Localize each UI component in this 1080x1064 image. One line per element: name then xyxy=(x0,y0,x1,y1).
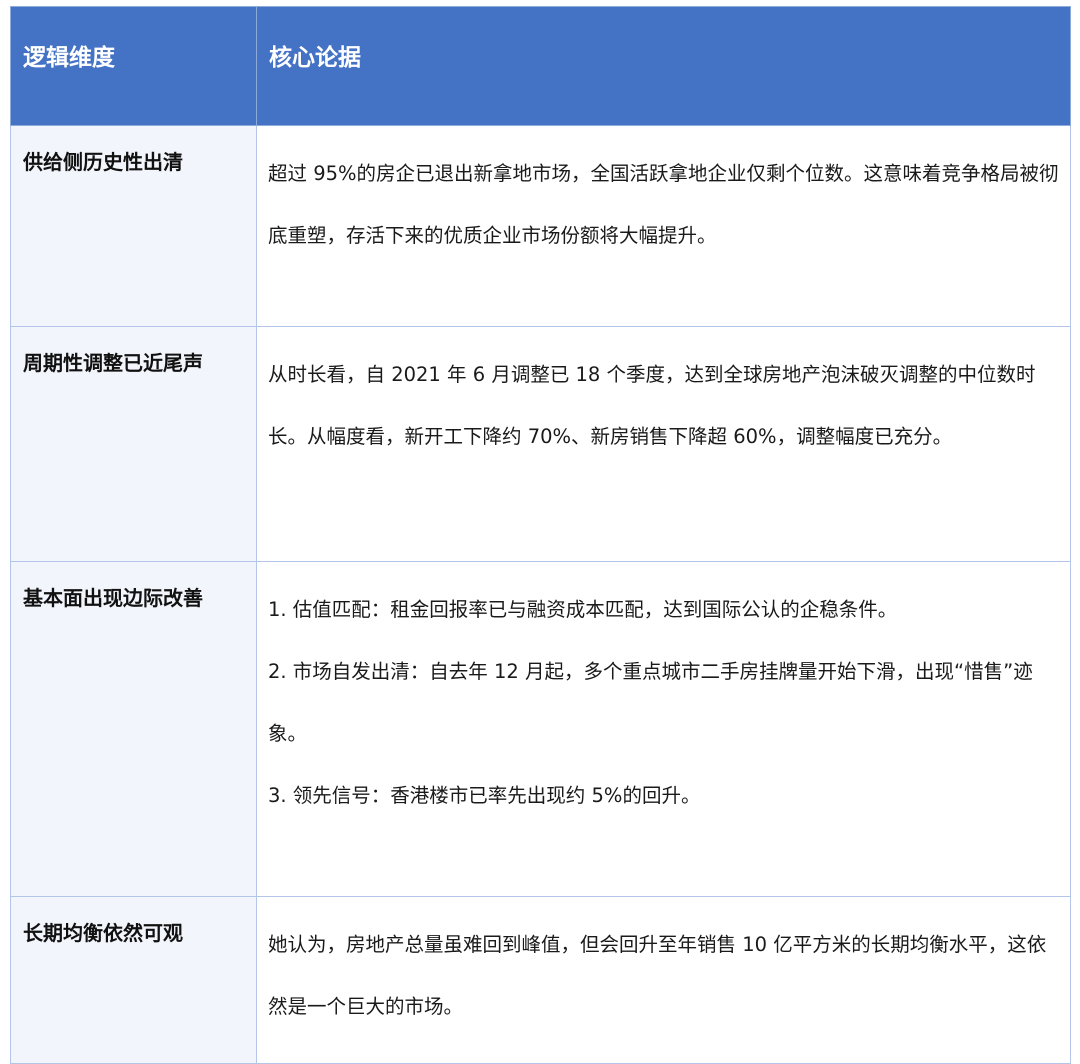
argument-cell: 1. 估值匹配：租金回报率已与融资成本匹配，达到国际公认的企稳条件。 2. 市场… xyxy=(256,561,1071,897)
argument-cell: 超过 95%的房企已退出新拿地市场，全国活跃拿地企业仅剩个位数。这意味着竞争格局… xyxy=(256,125,1071,327)
argument-point-3: 3. 领先信号：香港楼市已率先出现约 5%的回升。 xyxy=(268,784,701,807)
argument-table: 逻辑维度 核心论据 供给侧历史性出清 超过 95%的房企已退出新拿地市场，全国活… xyxy=(10,6,1071,1064)
dimension-cell: 长期均衡依然可观 xyxy=(10,896,257,1064)
table-header-row: 逻辑维度 核心论据 xyxy=(10,6,1071,126)
argument-cell: 她认为，房地产总量虽难回到峰值，但会回升至年销售 10 亿平方米的长期均衡水平，… xyxy=(256,896,1071,1064)
argument-text: 从时长看，自 2021 年 6 月调整已 18 个季度，达到全球房地产泡沫破灭调… xyxy=(268,363,1036,448)
table-row: 供给侧历史性出清 超过 95%的房企已退出新拿地市场，全国活跃拿地企业仅剩个位数… xyxy=(10,125,1071,327)
dimension-cell: 基本面出现边际改善 xyxy=(10,561,257,897)
table-row: 周期性调整已近尾声 从时长看，自 2021 年 6 月调整已 18 个季度，达到… xyxy=(10,326,1071,562)
argument-text: 她认为，房地产总量虽难回到峰值，但会回升至年销售 10 亿平方米的长期均衡水平，… xyxy=(268,933,1047,1018)
table-row: 基本面出现边际改善 1. 估值匹配：租金回报率已与融资成本匹配，达到国际公认的企… xyxy=(10,561,1071,897)
argument-table-container: 逻辑维度 核心论据 供给侧历史性出清 超过 95%的房企已退出新拿地市场，全国活… xyxy=(10,6,1071,1064)
argument-text: 超过 95%的房企已退出新拿地市场，全国活跃拿地企业仅剩个位数。这意味着竞争格局… xyxy=(268,162,1059,247)
dimension-cell: 周期性调整已近尾声 xyxy=(10,326,257,562)
table-row: 长期均衡依然可观 她认为，房地产总量虽难回到峰值，但会回升至年销售 10 亿平方… xyxy=(10,896,1071,1064)
argument-cell: 从时长看，自 2021 年 6 月调整已 18 个季度，达到全球房地产泡沫破灭调… xyxy=(256,326,1071,562)
argument-point-1: 1. 估值匹配：租金回报率已与融资成本匹配，达到国际公认的企稳条件。 xyxy=(268,598,898,621)
header-logic-dimension: 逻辑维度 xyxy=(10,6,257,126)
argument-point-2: 2. 市场自发出清：自去年 12 月起，多个重点城市二手房挂牌量开始下滑，出现“… xyxy=(268,660,1033,745)
header-core-argument: 核心论据 xyxy=(256,6,1071,126)
dimension-cell: 供给侧历史性出清 xyxy=(10,125,257,327)
